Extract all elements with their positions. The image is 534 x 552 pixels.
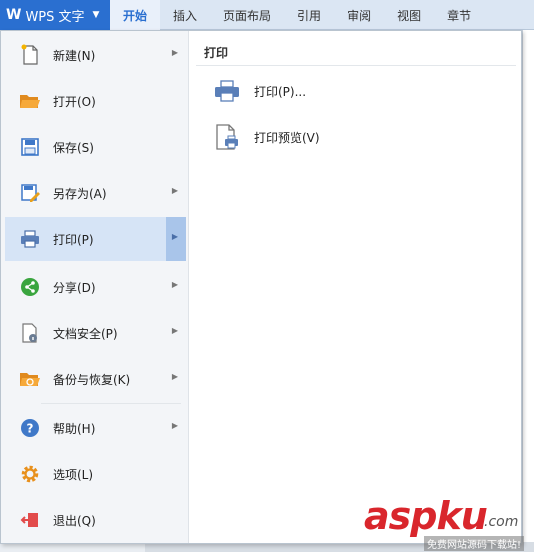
- menu-item-new[interactable]: 新建(N) ▶: [5, 33, 186, 77]
- chevron-right-icon: ▶: [171, 280, 178, 289]
- new-document-icon: [19, 44, 41, 66]
- menu-item-help[interactable]: ? 帮助(H) ▶: [5, 406, 186, 450]
- menu-item-save[interactable]: 保存(S): [5, 125, 186, 169]
- file-menu-list: 新建(N) ▶ 打开(O) 保存(S) 另存为(A) ▶ 打印(P) ▶ 分享(…: [1, 31, 189, 543]
- menu-item-open[interactable]: 打开(O): [5, 79, 186, 123]
- ribbon-tabs: 开始 插入 页面布局 引用 审阅 视图 章节: [110, 0, 484, 30]
- print-preview-icon: [212, 122, 242, 152]
- menu-item-label: 打印(P): [53, 232, 94, 247]
- menu-item-label: 备份与恢复(K): [53, 372, 131, 387]
- submenu-item-label: 打印(P)...: [254, 84, 307, 99]
- tab-section[interactable]: 章节: [434, 0, 484, 30]
- app-name: WPS 文字: [25, 9, 85, 25]
- help-icon: ?: [19, 417, 41, 439]
- watermark-tagline: 免费网站源码下载站!: [424, 536, 525, 551]
- menu-item-document-security[interactable]: 文档安全(P) ▶: [5, 311, 186, 355]
- menu-item-label: 退出(Q): [53, 513, 96, 528]
- watermark: aspku .com 免费网站源码下载站!: [360, 494, 530, 552]
- menu-item-label: 文档安全(P): [53, 326, 118, 341]
- submenu-divider: [196, 65, 516, 66]
- tab-home[interactable]: 开始: [110, 0, 161, 30]
- backup-restore-icon: [19, 368, 41, 390]
- svg-text:?: ?: [27, 422, 34, 436]
- submenu-item-print-preview[interactable]: 打印预览(V): [212, 119, 492, 155]
- chevron-right-icon: ▶: [171, 421, 178, 430]
- file-menu: 新建(N) ▶ 打开(O) 保存(S) 另存为(A) ▶ 打印(P) ▶ 分享(…: [0, 30, 522, 544]
- save-icon: [19, 136, 41, 158]
- watermark-tld: .com: [484, 514, 519, 530]
- menu-item-share[interactable]: 分享(D) ▶: [5, 265, 186, 309]
- print-submenu: 打印 打印(P)... 打印预览(V): [190, 31, 521, 543]
- watermark-brand-b: ku: [436, 494, 487, 538]
- chevron-right-icon: ▶: [171, 326, 178, 335]
- tab-page-layout[interactable]: 页面布局: [210, 0, 284, 30]
- tab-review[interactable]: 审阅: [334, 0, 384, 30]
- document-area: [522, 30, 534, 552]
- menu-item-label: 分享(D): [53, 280, 96, 295]
- watermark-brand-a: asp: [364, 494, 437, 538]
- submenu-item-label: 打印预览(V): [254, 130, 320, 145]
- chevron-right-icon: ▶: [171, 232, 178, 241]
- menu-item-options[interactable]: 选项(L): [5, 452, 186, 496]
- share-icon: [19, 276, 41, 298]
- menu-item-label: 打开(O): [53, 94, 96, 109]
- menu-item-print[interactable]: 打印(P) ▶: [5, 217, 186, 261]
- gear-icon: [19, 463, 41, 485]
- tab-view[interactable]: 视图: [384, 0, 434, 30]
- chevron-right-icon: ▶: [171, 186, 178, 195]
- menu-item-exit[interactable]: 退出(Q): [5, 498, 186, 542]
- watermark-logo: aspku: [364, 494, 488, 538]
- chevron-right-icon: ▶: [171, 372, 178, 381]
- menu-item-label: 帮助(H): [53, 421, 96, 436]
- menu-item-label: 另存为(A): [53, 186, 107, 201]
- menu-item-label: 保存(S): [53, 140, 94, 155]
- menu-separator: [41, 403, 181, 404]
- ribbon-bar: W WPS 文字 ▼ 开始 插入 页面布局 引用 审阅 视图 章节: [0, 0, 534, 30]
- save-as-icon: [19, 182, 41, 204]
- chevron-right-icon: ▶: [171, 48, 178, 57]
- tab-references[interactable]: 引用: [284, 0, 334, 30]
- wps-logo: W: [6, 7, 22, 23]
- tab-insert[interactable]: 插入: [160, 0, 210, 30]
- printer-icon: [212, 76, 242, 106]
- document-security-icon: [19, 322, 41, 344]
- printer-icon: [19, 228, 41, 250]
- menu-item-save-as[interactable]: 另存为(A) ▶: [5, 171, 186, 215]
- app-menu-button[interactable]: W WPS 文字 ▼: [0, 0, 110, 30]
- folder-open-icon: [19, 90, 41, 112]
- submenu-item-print[interactable]: 打印(P)...: [212, 73, 492, 109]
- submenu-title: 打印: [204, 46, 229, 60]
- menu-item-backup-restore[interactable]: 备份与恢复(K) ▶: [5, 357, 186, 401]
- exit-icon: [19, 509, 41, 531]
- menu-item-label: 选项(L): [53, 467, 94, 482]
- chevron-down-icon: ▼: [92, 10, 100, 20]
- menu-item-label: 新建(N): [53, 48, 96, 63]
